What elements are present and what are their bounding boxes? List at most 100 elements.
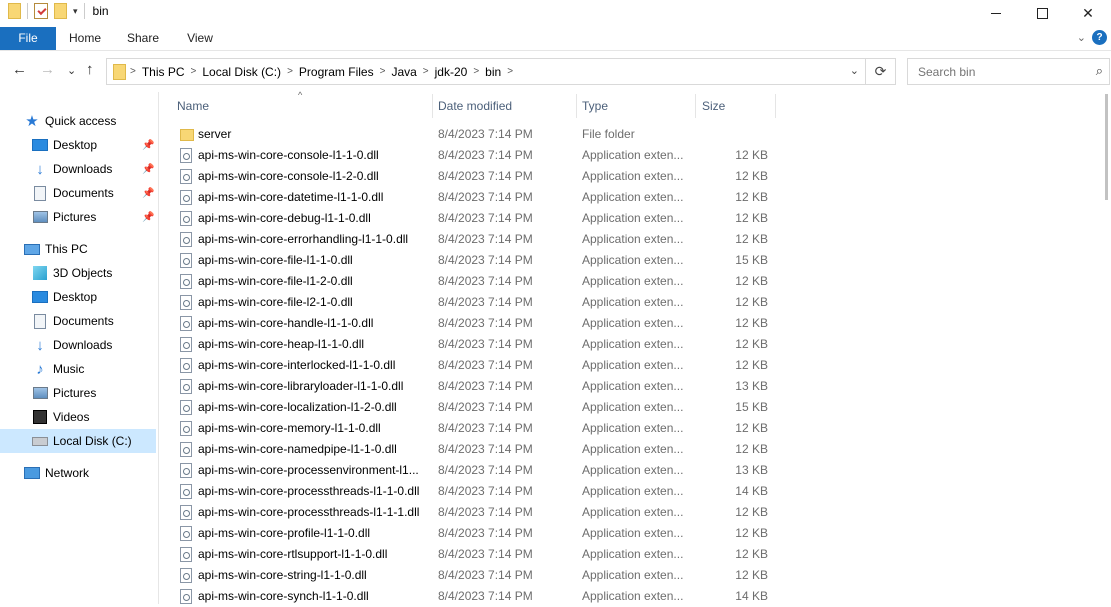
table-row[interactable]: api-ms-win-core-console-l1-2-0.dll 8/4/20… — [174, 166, 934, 187]
sidebar-item-label: Documents — [53, 186, 114, 200]
address-dropdown-button[interactable]: ⌄ — [850, 64, 859, 77]
file-name: api-ms-win-core-file-l1-2-0.dll — [198, 274, 353, 288]
file-size: 12 KB — [735, 568, 768, 582]
file-date-modified: 8/4/2023 7:14 PM — [438, 442, 533, 456]
sidebar-item-label: This PC — [45, 242, 88, 256]
column-header-date-modified[interactable]: Date modified — [438, 92, 574, 120]
tab-home[interactable]: Home — [60, 27, 110, 50]
sidebar-item-downloads[interactable]: ↓ Downloads 📌 — [32, 158, 156, 180]
table-row[interactable]: api-ms-win-core-profile-l1-1-0.dll 8/4/20… — [174, 523, 934, 544]
table-row[interactable]: api-ms-win-core-heap-l1-1-0.dll 8/4/2023 … — [174, 334, 934, 355]
breadcrumb-separator[interactable]: > — [507, 66, 513, 77]
breadcrumb-program-files[interactable]: Program Files — [293, 65, 380, 79]
scrollbar-thumb[interactable] — [1105, 94, 1108, 200]
search-box[interactable]: ⌕ — [907, 58, 1110, 85]
table-row[interactable]: api-ms-win-core-processthreads-l1-1-0.dl… — [174, 481, 934, 502]
sidebar-item-music[interactable]: ♪ Music — [32, 358, 84, 380]
table-row[interactable]: api-ms-win-core-string-l1-1-0.dll 8/4/202… — [174, 565, 934, 586]
table-row[interactable]: api-ms-win-core-file-l1-1-0.dll 8/4/2023 … — [174, 250, 934, 271]
column-header-name[interactable]: Name — [177, 92, 427, 120]
breadcrumb-bin[interactable]: bin — [479, 65, 507, 79]
column-divider[interactable] — [432, 94, 433, 118]
table-row[interactable]: api-ms-win-core-file-l1-2-0.dll 8/4/2023 … — [174, 271, 934, 292]
tab-view[interactable]: View — [176, 27, 224, 50]
sidebar-item-desktop[interactable]: Desktop 📌 — [32, 134, 156, 156]
documents-icon — [34, 313, 46, 329]
tab-share[interactable]: Share — [118, 27, 168, 50]
breadcrumb-jdk-20[interactable]: jdk-20 — [429, 65, 474, 79]
table-row[interactable]: api-ms-win-core-debug-l1-1-0.dll 8/4/2023… — [174, 208, 934, 229]
sidebar-item-3d-objects[interactable]: 3D Objects — [32, 262, 112, 284]
sidebar-item-pictures[interactable]: Pictures 📌 — [32, 206, 156, 228]
table-row[interactable]: api-ms-win-core-handle-l1-1-0.dll 8/4/202… — [174, 313, 934, 334]
sidebar-item-local-disk[interactable]: Local Disk (C:) — [0, 429, 156, 453]
table-row[interactable]: api-ms-win-core-libraryloader-l1-1-0.dll… — [174, 376, 934, 397]
file-size: 12 KB — [735, 421, 768, 435]
sidebar-item-network[interactable]: Network — [24, 462, 89, 484]
table-row[interactable]: api-ms-win-core-rtlsupport-l1-1-0.dll 8/4… — [174, 544, 934, 565]
downloads-icon: ↓ — [36, 336, 44, 354]
sidebar-item-quick-access[interactable]: ★ Quick access — [24, 110, 116, 132]
properties-icon[interactable] — [34, 3, 48, 19]
file-type: Application exten... — [582, 211, 684, 225]
file-type: Application exten... — [582, 358, 684, 372]
sidebar-item-videos[interactable]: Videos — [32, 406, 89, 428]
file-name: api-ms-win-core-rtlsupport-l1-1-0.dll — [198, 547, 388, 561]
customize-qat-dropdown[interactable]: ▾ — [73, 6, 78, 17]
table-row[interactable]: api-ms-win-core-console-l1-1-0.dll 8/4/20… — [174, 145, 934, 166]
maximize-button[interactable] — [1019, 0, 1065, 26]
file-type: Application exten... — [582, 316, 684, 330]
table-row[interactable]: api-ms-win-core-processenvironment-l1...… — [174, 460, 934, 481]
refresh-button[interactable]: ⟳ — [866, 58, 896, 85]
tab-file[interactable]: File — [0, 27, 56, 50]
sidebar-item-this-pc[interactable]: This PC — [24, 238, 88, 260]
expand-ribbon-button[interactable]: ⌄ — [1077, 31, 1086, 44]
dll-file-icon — [180, 421, 192, 436]
divider — [27, 3, 28, 19]
sidebar-item-pictures[interactable]: Pictures — [32, 382, 96, 404]
table-row[interactable]: api-ms-win-core-interlocked-l1-1-0.dll 8/… — [174, 355, 934, 376]
file-name: server — [198, 127, 232, 141]
table-row[interactable]: api-ms-win-core-processthreads-l1-1-1.dl… — [174, 502, 934, 523]
desktop-icon — [32, 139, 48, 151]
column-header-size[interactable]: Size — [702, 92, 772, 120]
sidebar-item-downloads[interactable]: ↓ Downloads — [32, 334, 112, 356]
help-icon[interactable]: ? — [1092, 30, 1107, 45]
back-button[interactable]: ← — [12, 61, 27, 78]
up-button[interactable]: ↑ — [86, 61, 94, 78]
minimize-button[interactable] — [973, 0, 1019, 26]
file-name: api-ms-win-core-file-l1-1-0.dll — [198, 253, 353, 267]
search-icon[interactable]: ⌕ — [1096, 63, 1103, 79]
breadcrumb-java[interactable]: Java — [385, 65, 422, 79]
sidebar-item-label: Pictures — [53, 210, 97, 224]
sidebar-item-documents[interactable]: Documents 📌 — [32, 182, 156, 204]
dll-file-icon — [180, 442, 192, 457]
star-icon: ★ — [25, 113, 39, 130]
sidebar-item-desktop[interactable]: Desktop — [32, 286, 97, 308]
sidebar-item-label: 3D Objects — [53, 266, 113, 280]
table-row[interactable]: api-ms-win-core-datetime-l1-1-0.dll 8/4/2… — [174, 187, 934, 208]
vertical-scrollbar[interactable] — [1103, 94, 1111, 604]
column-divider[interactable] — [775, 94, 776, 118]
forward-button[interactable]: → — [40, 61, 55, 78]
table-row[interactable]: api-ms-win-core-namedpipe-l1-1-0.dll 8/4/… — [174, 439, 934, 460]
new-folder-icon[interactable] — [54, 3, 67, 19]
table-row[interactable]: api-ms-win-core-memory-l1-1-0.dll 8/4/202… — [174, 418, 934, 439]
column-divider[interactable] — [695, 94, 696, 118]
table-row[interactable]: api-ms-win-core-file-l2-1-0.dll 8/4/2023 … — [174, 292, 934, 313]
file-size: 12 KB — [735, 442, 768, 456]
search-input[interactable] — [916, 64, 1080, 80]
close-button[interactable]: ✕ — [1065, 0, 1111, 26]
column-header-type[interactable]: Type — [582, 92, 692, 120]
table-row[interactable]: server 8/4/2023 7:14 PM File folder — [174, 124, 934, 145]
address-bar[interactable]: > This PC > Local Disk (C:) > Program Fi… — [106, 58, 866, 85]
file-name: api-ms-win-core-processenvironment-l1... — [198, 463, 419, 477]
breadcrumb-local-disk[interactable]: Local Disk (C:) — [196, 65, 287, 79]
breadcrumb-this-pc[interactable]: This PC — [136, 65, 191, 79]
column-divider[interactable] — [576, 94, 577, 118]
table-row[interactable]: api-ms-win-core-localization-l1-2-0.dll 8… — [174, 397, 934, 418]
file-size: 13 KB — [735, 379, 768, 393]
sidebar-item-documents[interactable]: Documents — [32, 310, 114, 332]
recent-locations-button[interactable]: ⌄ — [67, 64, 76, 77]
table-row[interactable]: api-ms-win-core-errorhandling-l1-1-0.dll… — [174, 229, 934, 250]
